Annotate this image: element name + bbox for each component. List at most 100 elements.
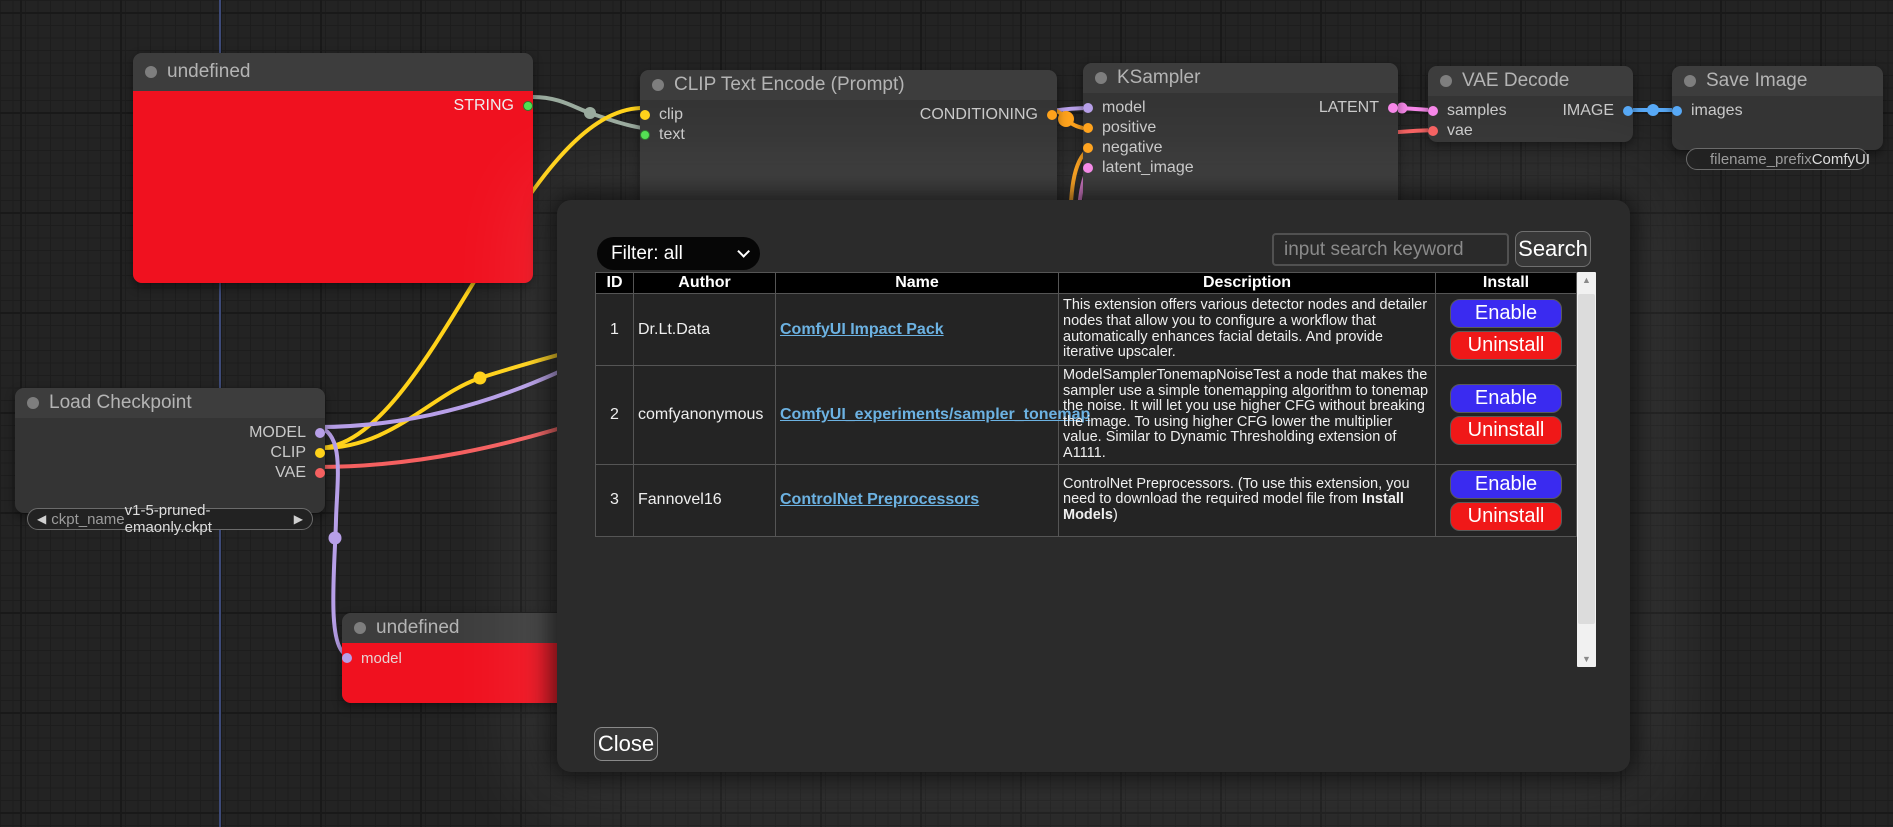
input-slot-vae[interactable] [1428,126,1438,136]
output-slot-image[interactable] [1623,106,1633,116]
collapse-dot-icon[interactable] [1684,75,1696,87]
input-slot-images[interactable] [1672,106,1682,116]
input-label: positive [1102,119,1156,137]
extension-link[interactable]: ComfyUI Impact Pack [780,321,944,338]
table-row: 2 comfyanonymous ComfyUI_experiments/sam… [596,366,1577,465]
extension-link[interactable]: ComfyUI_experiments/sampler_tonemap [780,406,1090,423]
table-header-row: ID Author Name Description Install [596,273,1577,294]
input-label: latent_image [1102,159,1194,177]
collapse-dot-icon[interactable] [652,79,664,91]
extension-author: comfyanonymous [634,366,776,465]
enable-button[interactable]: Enable [1450,470,1562,499]
scroll-down-arrow-icon[interactable]: ▼ [1577,654,1596,664]
node-save-image[interactable]: Save Image images filename_prefix ComfyU… [1672,66,1883,150]
table-scrollbar[interactable]: ▲ ▼ [1577,272,1596,667]
scrollbar-thumb[interactable] [1578,294,1595,624]
extension-id: 2 [596,366,634,465]
input-label: text [659,126,685,144]
extension-author: Fannovel16 [634,464,776,536]
uninstall-button[interactable]: Uninstall [1450,502,1562,531]
prev-arrow-icon[interactable]: ◀ [37,512,46,526]
node-title: undefined [167,61,250,83]
output-slot-clip[interactable] [315,448,325,458]
node-vae-decode[interactable]: VAE Decode samples IMAGE vae [1428,66,1633,142]
reroute-dot-conditioning[interactable] [1058,111,1074,127]
input-label: model [361,650,402,667]
collapse-dot-icon[interactable] [1095,72,1107,84]
reroute-dot-string[interactable] [584,107,596,119]
node-title: VAE Decode [1462,70,1569,92]
col-header-description: Description [1059,273,1436,294]
collapse-dot-icon[interactable] [354,622,366,634]
node-graph-canvas[interactable]: undefined STRING CLIP Text Encode (Promp… [0,0,1893,827]
widget-value: v1-5-pruned-emaonly.ckpt [125,502,294,536]
enable-button[interactable]: Enable [1450,299,1562,328]
uninstall-button[interactable]: Uninstall [1450,416,1562,445]
output-slot-latent[interactable] [1388,103,1398,113]
col-header-install: Install [1436,273,1577,294]
filter-select[interactable]: Filter: all [597,237,760,270]
filename-prefix-widget[interactable]: filename_prefix ComfyUI [1686,148,1868,170]
reroute-dot-latent[interactable] [1397,103,1408,114]
output-slot-vae[interactable] [315,468,325,478]
output-label: CLIP [270,444,306,462]
node-undefined-bottom[interactable]: undefined model [342,613,582,703]
input-slot-negative[interactable] [1083,143,1093,153]
extension-description: ModelSamplerTonemapNoiseTest a node that… [1059,366,1436,465]
extension-manager-dialog: Filter: all Search ID Author Name Descri… [557,200,1630,772]
input-slot-latent-image[interactable] [1083,163,1093,173]
enable-button[interactable]: Enable [1450,384,1562,413]
reroute-dot-clip[interactable] [474,372,487,385]
output-slot-model[interactable] [315,428,325,438]
output-label: MODEL [249,424,306,442]
input-slot-samples[interactable] [1428,106,1438,116]
input-slot-text[interactable] [640,130,650,140]
node-title: CLIP Text Encode (Prompt) [674,74,905,96]
extension-table: ID Author Name Description Install 1 Dr.… [595,272,1577,537]
input-slot-clip[interactable] [640,110,650,120]
collapse-dot-icon[interactable] [145,66,157,78]
col-header-name: Name [776,273,1059,294]
node-undefined-top[interactable]: undefined STRING [133,53,533,283]
output-label: IMAGE [1562,102,1614,120]
collapse-dot-icon[interactable] [27,397,39,409]
extension-link[interactable]: ControlNet Preprocessors [780,491,979,508]
input-label: negative [1102,139,1163,157]
extension-id: 3 [596,464,634,536]
node-title: Load Checkpoint [49,392,192,414]
input-slot-model[interactable] [342,653,352,663]
close-button[interactable]: Close [594,727,658,761]
next-arrow-icon[interactable]: ▶ [294,512,303,526]
table-row: 1 Dr.Lt.Data ComfyUI Impact Pack This ex… [596,294,1577,366]
output-label: CONDITIONING [920,106,1038,124]
extension-description: ControlNet Preprocessors. (To use this e… [1059,464,1436,536]
search-input[interactable] [1272,233,1509,266]
ckpt-name-widget[interactable]: ◀ ckpt_name v1-5-pruned-emaonly.ckpt ▶ [27,508,313,530]
input-slot-model[interactable] [1083,103,1093,113]
widget-value: ComfyUI [1812,151,1870,168]
output-slot-conditioning[interactable] [1047,110,1057,120]
collapse-dot-icon[interactable] [1440,75,1452,87]
extension-table-scroll-area[interactable]: ID Author Name Description Install 1 Dr.… [595,272,1596,667]
node-title: undefined [376,617,459,639]
chevron-down-icon [737,245,750,258]
reroute-dot-model[interactable] [329,532,342,545]
node-load-checkpoint[interactable]: Load Checkpoint MODEL CLIP VAE ◀ ckpt_na… [15,388,325,513]
input-label: model [1102,99,1146,117]
widget-label: filename_prefix [1710,151,1812,168]
scroll-up-arrow-icon[interactable]: ▲ [1577,275,1596,285]
extension-description: This extension offers various detector n… [1059,294,1436,366]
uninstall-button[interactable]: Uninstall [1450,331,1562,360]
input-label: vae [1447,122,1473,140]
output-slot-string[interactable] [523,101,533,111]
input-slot-positive[interactable] [1083,123,1093,133]
output-label: VAE [275,464,306,482]
output-label: STRING [454,97,514,115]
search-button[interactable]: Search [1515,231,1591,267]
filter-select-label: Filter: all [611,243,683,265]
input-label: clip [659,106,683,124]
node-title: Save Image [1706,70,1807,92]
extension-id: 1 [596,294,634,366]
reroute-dot-image[interactable] [1647,104,1659,116]
output-label: LATENT [1319,99,1379,117]
